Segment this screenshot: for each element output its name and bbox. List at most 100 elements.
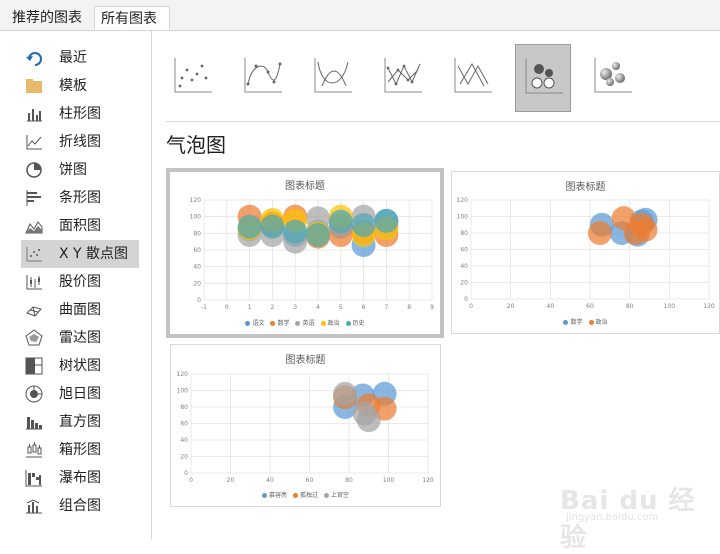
tab-recommended-charts[interactable]: 推荐的图表 xyxy=(6,6,94,30)
3d-bubble-subtype-button[interactable] xyxy=(585,44,641,112)
bubble-point xyxy=(633,217,658,242)
bubble-point xyxy=(374,208,399,233)
scatter-straight-lines-markers-icon xyxy=(384,58,422,93)
legend-entry: 数学 xyxy=(270,320,289,327)
legend-swatch xyxy=(588,320,594,325)
sidebar-item-pie-chart[interactable]: 饼图 xyxy=(21,156,139,184)
scatter-smooth-lines-markers-subtype-button[interactable] xyxy=(235,44,291,112)
sidebar-item-column-chart[interactable]: 柱形图 xyxy=(21,100,139,128)
bubble-point xyxy=(306,223,330,247)
x-tick-label: 0 xyxy=(469,303,473,310)
sidebar-item-histogram-chart[interactable]: 直方图 xyxy=(21,408,139,436)
sidebar-item-folder[interactable]: 模板 xyxy=(21,72,139,100)
x-tick-label: 0 xyxy=(189,477,193,484)
x-tick-label: 7 xyxy=(384,304,388,311)
scatter-straight-lines-icon xyxy=(454,58,492,93)
sidebar-item-label: 旭日图 xyxy=(59,386,101,402)
area-chart-icon xyxy=(25,217,43,235)
x-tick-label: 9 xyxy=(430,304,434,311)
sidebar-item-label: 模板 xyxy=(59,78,87,94)
3d-bubble-icon xyxy=(594,58,632,93)
folder-icon xyxy=(25,77,43,95)
bubble-point xyxy=(237,214,262,239)
section-title: 气泡图 xyxy=(166,133,226,157)
legend-label: 数学 xyxy=(570,319,583,326)
chart-legend: 数学 政治 xyxy=(452,317,719,326)
legend-entry: 历史 xyxy=(345,320,365,327)
legend-swatch xyxy=(295,321,301,326)
scatter-smooth-lines-icon xyxy=(314,58,352,93)
y-tick-label: 100 xyxy=(190,214,202,221)
y-tick-label: 20 xyxy=(180,454,188,461)
legend-label: 英语 xyxy=(302,320,315,327)
y-tick-label: 80 xyxy=(180,404,188,411)
legend-entry: 英语 xyxy=(295,320,315,327)
sidebar-item-label: 直方图 xyxy=(59,414,101,430)
scatter-straight-lines-subtype-button[interactable] xyxy=(445,44,501,112)
x-tick-label: 100 xyxy=(664,303,676,310)
sidebar-item-line-chart[interactable]: 折线图 xyxy=(21,128,139,156)
column-chart-icon xyxy=(25,105,43,123)
sidebar-item-label: 条形图 xyxy=(59,190,101,206)
sidebar-item-radar-chart[interactable]: 雷达图 xyxy=(21,324,139,352)
sidebar-item-area-chart[interactable]: 面积图 xyxy=(21,212,139,240)
y-tick-label: 120 xyxy=(457,197,469,204)
legend-entry: 孤独过 xyxy=(292,492,318,499)
chart-preview-3[interactable]: 图表标题 0 20 40 60 80 100 120 0 20 40 60 80 100 120 慕容亮 孤独过… xyxy=(170,344,441,507)
y-tick-label: 100 xyxy=(457,214,469,221)
legend-swatch xyxy=(270,321,276,326)
legend-label: 政治 xyxy=(595,319,608,326)
sidebar-item-treemap-chart[interactable]: 树状图 xyxy=(21,352,139,380)
x-tick-label: 0 xyxy=(225,304,229,311)
sidebar-item-surface-chart[interactable]: 曲面图 xyxy=(21,296,139,324)
tab-bar: 推荐的图表 所有图表 xyxy=(0,0,720,31)
sidebar-item-combo-chart[interactable]: 组合图 xyxy=(21,492,139,520)
waterfall-chart-icon xyxy=(25,469,43,487)
legend-label: 慕容亮 xyxy=(268,492,287,499)
sidebar-item-waterfall-chart[interactable]: 瀑布图 xyxy=(21,464,139,492)
scatter-straight-lines-markers-subtype-button[interactable] xyxy=(375,44,431,112)
treemap-chart-icon xyxy=(25,357,43,375)
legend-entry: 数学 xyxy=(563,319,583,326)
x-tick-label: 5 xyxy=(339,304,343,311)
sidebar-item-sunburst-chart[interactable]: 旭日图 xyxy=(21,380,139,408)
legend-label: 上官空 xyxy=(331,492,350,499)
sidebar-item-label: 饼图 xyxy=(59,162,87,178)
divider xyxy=(166,121,720,122)
sidebar-item-label: 曲面图 xyxy=(59,302,101,318)
legend-swatch xyxy=(320,321,326,326)
sidebar-item-stock-chart[interactable]: 股价图 xyxy=(21,268,139,296)
bubble-point xyxy=(333,381,358,406)
bubble-subtype-button[interactable] xyxy=(515,44,571,112)
legend-label: 数学 xyxy=(277,320,290,327)
sidebar-item-label: X Y 散点图 xyxy=(59,246,129,262)
x-tick-label: 100 xyxy=(383,477,395,484)
y-tick-label: 40 xyxy=(193,264,201,271)
legend-swatch xyxy=(563,320,569,325)
sidebar-item-box-whisker-chart[interactable]: 箱形图 xyxy=(21,436,139,464)
bubble-point xyxy=(260,214,285,239)
combo-chart-icon xyxy=(25,497,43,515)
scatter-smooth-lines-subtype-button[interactable] xyxy=(305,44,361,112)
chart-preview-2[interactable]: 图表标题 0 20 40 60 80 100 120 0 20 40 60 80 100 120 数学 政治 xyxy=(451,171,720,334)
scatter-icon xyxy=(174,58,212,93)
x-tick-label: 40 xyxy=(547,303,555,310)
legend-swatch xyxy=(292,493,298,498)
sidebar-item-label: 折线图 xyxy=(59,134,101,150)
bubble-chart-plot: 0 20 40 60 80 100 120 0 20 40 60 80 100 120 xyxy=(177,371,434,484)
y-tick-label: 0 xyxy=(464,296,468,303)
sidebar-item-bar-chart[interactable]: 条形图 xyxy=(21,184,139,212)
y-tick-label: 20 xyxy=(460,280,468,287)
scatter-subtype-button[interactable] xyxy=(165,44,221,112)
sidebar-item-scatter-chart[interactable]: X Y 散点图 xyxy=(21,240,139,268)
bubble-point xyxy=(328,209,353,234)
chart-preview-1[interactable]: 图表标题 0 20 40 60 80 100 120 -1 0 1 2 3 4 5 6 7 8 9 语文 数学 英语 政治历… xyxy=(166,168,444,338)
box-whisker-chart-icon xyxy=(25,441,43,459)
x-tick-label: 120 xyxy=(422,477,434,484)
y-tick-label: 60 xyxy=(180,421,188,428)
tab-all-charts[interactable]: 所有图表 xyxy=(94,6,170,30)
legend-label: 孤独过 xyxy=(299,492,318,499)
legend-entry: 上官空 xyxy=(324,492,349,499)
x-tick-label: -1 xyxy=(201,304,207,311)
sidebar-item-recent[interactable]: 最近 xyxy=(21,44,139,72)
